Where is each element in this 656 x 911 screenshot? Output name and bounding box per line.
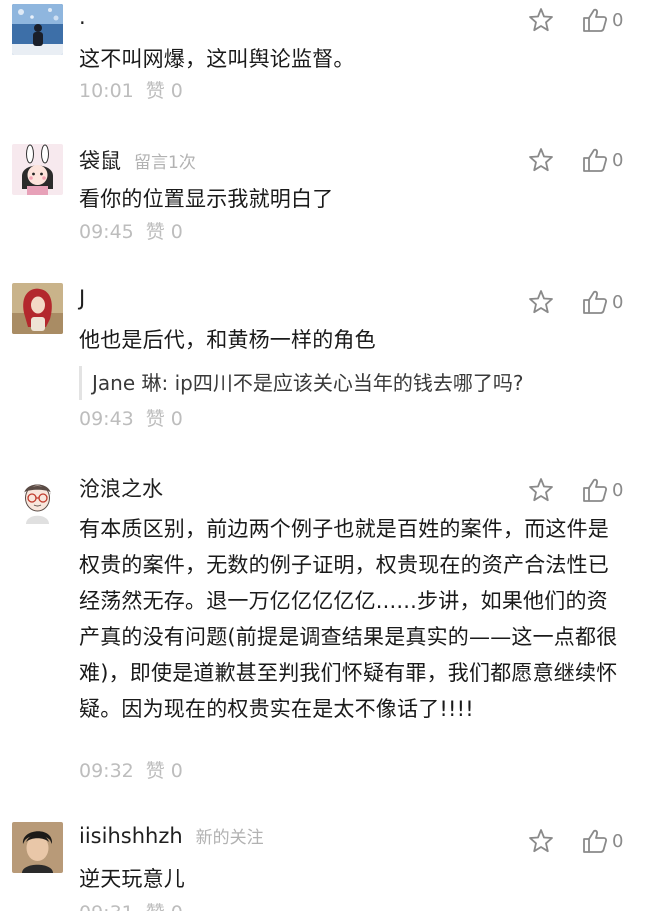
- comment-author[interactable]: .: [79, 5, 86, 29]
- star-outline-icon[interactable]: [527, 6, 555, 34]
- star-outline-icon[interactable]: [527, 476, 555, 504]
- thumbs-up-outline-icon[interactable]: [581, 476, 609, 504]
- star-outline-icon[interactable]: [527, 827, 555, 855]
- comment-text: 他也是后代，和黄杨一样的角色: [79, 328, 376, 352]
- comment-item: iisihshhzh 新的关注 0 逆天玩意儿 09:31 赞 0: [0, 820, 656, 911]
- young-man-avatar-icon[interactable]: [12, 822, 63, 873]
- comment-meta: 10:01 赞 0: [79, 77, 183, 105]
- comment-text: 有本质区别，前边两个例子也就是百姓的案件，而这件是权贵的案件，无数的例子证明，权…: [79, 517, 618, 721]
- comment-item: 沧浪之水 0 有本质区别，前边两个例子也就是百姓的案件，而这件是权贵的案件，无数…: [0, 470, 656, 790]
- star-outline-icon[interactable]: [527, 288, 555, 316]
- comment-feed: . 0 这不叫网爆，这叫舆论监督。 10:01 赞 0 袋鼠 留言1次 0 看你…: [0, 0, 656, 911]
- comment-meta: 09:45 赞 0: [79, 218, 183, 246]
- comment-item: 袋鼠 留言1次 0 看你的位置显示我就明白了 09:45 赞 0: [0, 140, 656, 270]
- comment-author[interactable]: J: [79, 286, 85, 310]
- comment-tag: 留言1次: [134, 153, 196, 173]
- thumbs-up-outline-icon[interactable]: [581, 288, 609, 316]
- thumbs-up-outline-icon[interactable]: [581, 6, 609, 34]
- like-count: 0: [612, 9, 624, 31]
- like-count: 0: [612, 291, 624, 313]
- comment-item: . 0 这不叫网爆，这叫舆论监督。 10:01 赞 0: [0, 0, 656, 130]
- red-hair-avatar-icon[interactable]: [12, 283, 63, 334]
- bunny-girl-avatar-icon[interactable]: [12, 144, 63, 195]
- comment-author[interactable]: 沧浪之水: [79, 473, 163, 503]
- comment-author[interactable]: 袋鼠: [79, 145, 121, 175]
- comment-meta: 09:43 赞 0: [79, 405, 183, 433]
- star-outline-icon[interactable]: [527, 146, 555, 174]
- glasses-cartoon-avatar-icon[interactable]: [12, 473, 63, 524]
- comment-likes: 赞 0: [146, 902, 183, 911]
- like-count: 0: [612, 830, 624, 852]
- comment-tag: 新的关注: [195, 828, 264, 848]
- comment-likes: 赞 0: [145, 408, 183, 430]
- comment-meta: 09:31 赞 0: [79, 899, 183, 911]
- comment-item: J 0 他也是后代，和黄杨一样的角色 Jane 琳: ip四川不是应该关心当年的…: [0, 283, 656, 443]
- comment-likes: 赞 0: [145, 80, 183, 102]
- comment-time: 10:01: [79, 80, 134, 102]
- comment-time: 09:32: [79, 760, 134, 782]
- like-count: 0: [612, 479, 624, 501]
- comment-text: 这不叫网爆，这叫舆论监督。: [79, 47, 355, 71]
- comment-time: 09:45: [79, 221, 134, 243]
- thumbs-up-outline-icon[interactable]: [581, 827, 609, 855]
- comment-text: 逆天玩意儿: [79, 867, 185, 891]
- comment-likes: 赞 0: [145, 760, 183, 782]
- comment-meta: 09:32 赞 0: [79, 757, 183, 785]
- comment-time: 09:43: [79, 408, 134, 430]
- quoted-reply: Jane 琳: ip四川不是应该关心当年的钱去哪了吗?: [79, 366, 627, 400]
- comment-likes: 赞 0: [145, 221, 183, 243]
- thumbs-up-outline-icon[interactable]: [581, 146, 609, 174]
- like-count: 0: [612, 149, 624, 171]
- comment-author[interactable]: iisihshhzh: [79, 824, 183, 848]
- comment-text: 看你的位置显示我就明白了: [79, 187, 334, 211]
- comment-time: 09:31: [79, 902, 134, 911]
- silhouette-sky-avatar-icon[interactable]: [12, 4, 63, 55]
